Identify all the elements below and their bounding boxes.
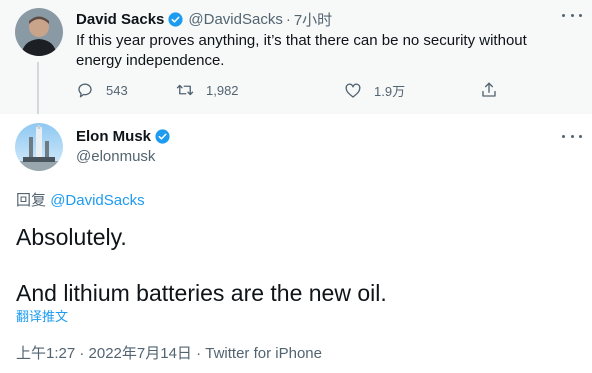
like-button[interactable]: 1.9万 bbox=[344, 81, 405, 100]
translate-tweet-link[interactable]: 翻译推文 bbox=[16, 306, 68, 325]
parent-tweet-text: If this year proves anything, it’s that … bbox=[76, 32, 527, 69]
tweet-timestamp[interactable]: 上午1:27 · 2022年7月14日 · Twitter for iPhone bbox=[16, 342, 322, 363]
main-tweet-text-line1: Absolutely. bbox=[16, 224, 127, 250]
replying-to: 回复 @DavidSacks bbox=[16, 189, 145, 210]
separator-dot: · bbox=[285, 11, 291, 28]
main-tweet-text-line2: And lithium batteries are the new oil. bbox=[16, 280, 387, 306]
parent-tweet-header: David Sacks @DavidSacks · 7小时 bbox=[76, 9, 332, 30]
reply-count: 543 bbox=[106, 82, 128, 98]
more-icon[interactable] bbox=[562, 8, 582, 22]
thread-line bbox=[37, 62, 39, 114]
reply-prefix: 回复 bbox=[16, 192, 47, 209]
more-icon[interactable] bbox=[562, 129, 582, 143]
author-handle[interactable]: @elonmusk bbox=[76, 148, 155, 165]
tweet-actions: 543 1,982 1.9万 bbox=[76, 81, 506, 101]
tweet-time[interactable]: 7小时 bbox=[294, 9, 332, 30]
reply-to-link[interactable]: @DavidSacks bbox=[50, 192, 144, 209]
avatar-elon-musk[interactable] bbox=[15, 123, 63, 171]
verified-badge-icon bbox=[168, 12, 183, 27]
avatar-david-sacks[interactable] bbox=[15, 8, 63, 56]
author-name[interactable]: David Sacks bbox=[76, 11, 164, 28]
like-count: 1.9万 bbox=[374, 84, 406, 99]
retweet-button[interactable]: 1,982 bbox=[176, 81, 239, 99]
retweet-count: 1,982 bbox=[206, 82, 239, 98]
main-tweet-header: Elon Musk bbox=[76, 128, 171, 145]
verified-badge-icon bbox=[155, 129, 170, 144]
parent-tweet[interactable]: David Sacks @DavidSacks · 7小时 If this ye… bbox=[0, 0, 592, 114]
author-name[interactable]: Elon Musk bbox=[76, 128, 151, 145]
reply-button[interactable]: 543 bbox=[76, 81, 128, 99]
retweet-icon bbox=[176, 84, 194, 96]
share-icon bbox=[482, 82, 496, 97]
share-button[interactable] bbox=[480, 81, 510, 99]
reply-icon bbox=[78, 83, 92, 98]
author-handle[interactable]: @DavidSacks bbox=[188, 11, 282, 28]
like-icon bbox=[345, 83, 361, 98]
